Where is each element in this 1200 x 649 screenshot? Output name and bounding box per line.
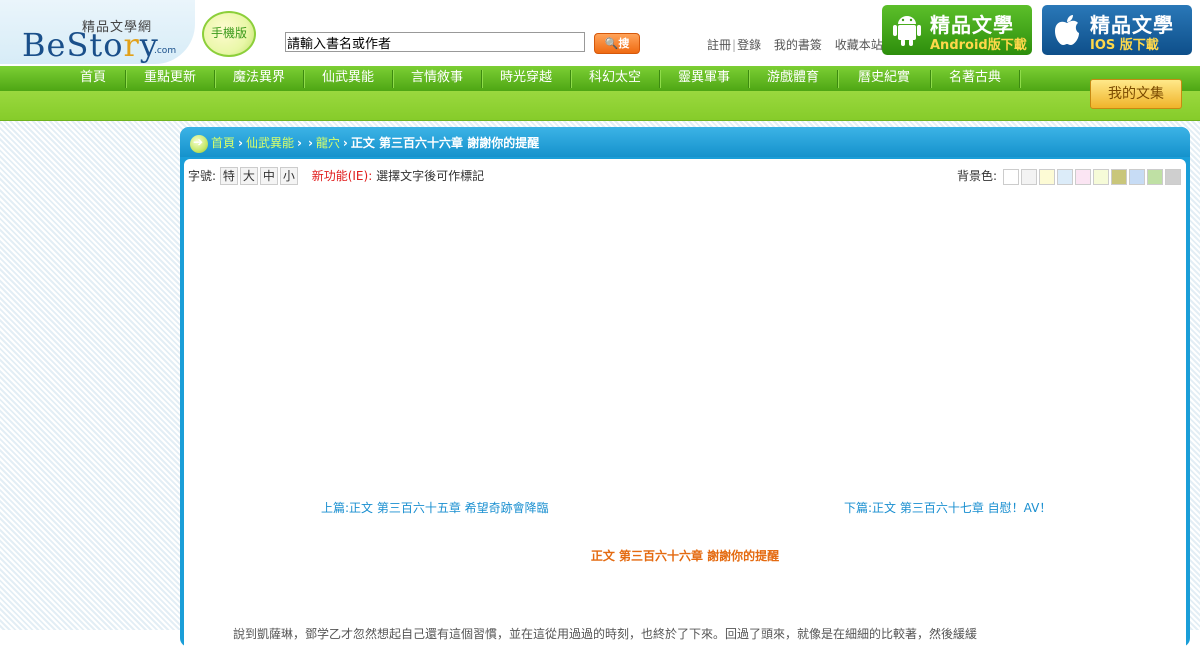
nav-item-romance[interactable]: 言情敘事 xyxy=(397,66,477,91)
nav-divider xyxy=(125,70,127,88)
nav-divider xyxy=(930,70,932,88)
background-color-picker: 背景色: xyxy=(957,167,1181,185)
nav-divider xyxy=(303,70,305,88)
font-size-medium-button[interactable]: 中 xyxy=(259,167,278,185)
nav-item-timetravel[interactable]: 時光穿越 xyxy=(486,66,566,91)
font-size-small-button[interactable]: 小 xyxy=(279,167,298,185)
chevron-right-icon: › xyxy=(296,136,302,150)
search-button[interactable]: 🔍搜 xyxy=(594,33,640,54)
nav-divider xyxy=(837,70,839,88)
chapter-text: 說到凱薩琳，鄧学乙才忽然想起自己還有這個習慣，並在這從用過過的時刻，也終於了下來… xyxy=(209,627,978,641)
breadcrumb: ➔ 首頁 › 仙武異能 › › 龍穴 › 正文 第三百六十六章 謝謝你的提醒 xyxy=(180,127,1190,157)
nav-item-updates[interactable]: 重點更新 xyxy=(130,66,210,91)
color-swatch[interactable] xyxy=(1128,168,1145,185)
nav-divider xyxy=(214,70,216,88)
logo-wordmark-start: BeSto xyxy=(22,26,124,64)
reader-content: 字號: 特大中小 新功能(IE): 選擇文字後可作標記 背景色: 上篇:正文 第… xyxy=(184,159,1186,649)
link-separator: | xyxy=(732,38,737,52)
next-chapter-link[interactable]: 下篇:正文 第三百六十七章 自慰！AV！ xyxy=(844,499,1051,516)
color-swatch[interactable] xyxy=(1164,168,1181,185)
chevron-right-icon: › xyxy=(238,136,243,150)
nav-divider xyxy=(481,70,483,88)
logo-wordmark-highlight: r xyxy=(123,26,140,64)
font-size-label: 字號: xyxy=(188,169,217,183)
font-size-xl-button[interactable]: 特 xyxy=(219,167,238,185)
color-swatch[interactable] xyxy=(1110,168,1127,185)
search-input[interactable] xyxy=(285,32,585,52)
sub-nav-bar xyxy=(0,91,1200,121)
nav-item-fantasy[interactable]: 魔法異界 xyxy=(219,66,299,91)
favorite-link[interactable]: 收藏本站 xyxy=(835,38,883,52)
nav-divider xyxy=(1019,70,1021,88)
register-link[interactable]: 註冊 xyxy=(707,38,731,52)
nav-item-games[interactable]: 游戲體育 xyxy=(753,66,833,91)
new-feature-description: 選擇文字後可作標記 xyxy=(376,169,485,183)
breadcrumb-book[interactable]: 龍穴 xyxy=(316,136,340,150)
logo-wordmark-end: y xyxy=(139,26,159,64)
arrow-circle-icon: ➔ xyxy=(190,135,208,153)
nav-item-scifi[interactable]: 科幻太空 xyxy=(575,66,655,91)
color-swatch[interactable] xyxy=(1092,168,1109,185)
color-swatch[interactable] xyxy=(1074,168,1091,185)
nav-divider xyxy=(392,70,394,88)
nav-item-supernatural[interactable]: 靈異軍事 xyxy=(664,66,744,91)
previous-chapter-link[interactable]: 上篇:正文 第三百六十五章 希望奇跡會降臨 xyxy=(321,499,549,516)
nav-divider xyxy=(748,70,750,88)
color-swatch[interactable] xyxy=(1002,168,1019,185)
font-size-controls: 字號: 特大中小 新功能(IE): 選擇文字後可作標記 xyxy=(188,167,484,185)
android-app-sub: Android版下載 xyxy=(930,38,1027,53)
ios-download-button[interactable]: 精品文學 IOS 版下載 xyxy=(1042,5,1192,55)
site-header: 精品文學網 BeStory .com 手機版 🔍搜 註冊|登錄 我的書簽 收藏本… xyxy=(0,0,1200,66)
chevron-right-icon: › xyxy=(342,136,348,150)
android-download-button[interactable]: 精品文學 Android版下載 xyxy=(882,5,1032,55)
login-link[interactable]: 登錄 xyxy=(737,38,761,52)
breadcrumb-trail: 首頁 › 仙武異能 › › 龍穴 › 正文 第三百六十六章 謝謝你的提醒 xyxy=(211,134,539,151)
new-feature-label: 新功能(IE): xyxy=(311,169,373,183)
apple-icon xyxy=(1055,15,1079,45)
android-robot-icon xyxy=(893,16,921,46)
nav-item-xianxia[interactable]: 仙武異能 xyxy=(308,66,388,91)
background-color-label: 背景色: xyxy=(957,169,998,183)
logo-wordmark: BeStory xyxy=(22,26,159,64)
nav-divider xyxy=(659,70,661,88)
breadcrumb-home[interactable]: 首頁 xyxy=(211,136,235,150)
top-links: 註冊|登錄 我的書簽 收藏本站 xyxy=(707,36,883,53)
color-swatch[interactable] xyxy=(1038,168,1055,185)
bookshelf-link[interactable]: 我的書簽 xyxy=(774,38,822,52)
nav-item-classics[interactable]: 名著古典 xyxy=(935,66,1015,91)
magnifier-icon: 🔍 xyxy=(604,37,619,50)
site-logo[interactable]: 精品文學網 BeStory .com xyxy=(22,8,182,64)
logo-domain: .com xyxy=(154,46,177,56)
main-nav: 首頁 重點更新 魔法異界 仙武異能 言情敘事 時光穿越 科幻太空 靈異軍事 游戲… xyxy=(0,66,1200,91)
breadcrumb-current: 正文 第三百六十六章 謝謝你的提醒 xyxy=(350,136,540,150)
font-size-large-button[interactable]: 大 xyxy=(239,167,258,185)
reader-panel: ➔ 首頁 › 仙武異能 › › 龍穴 › 正文 第三百六十六章 謝謝你的提醒 字號: 特大中小… xyxy=(180,127,1190,649)
chapter-title: 正文 第三百六十六章 謝謝你的提醒 xyxy=(590,549,780,563)
my-books-button[interactable]: 我的文集 xyxy=(1090,79,1182,109)
nav-item-home[interactable]: 首頁 xyxy=(65,66,121,91)
mobile-version-badge[interactable]: 手機版 xyxy=(202,11,256,57)
nav-divider xyxy=(570,70,572,88)
breadcrumb-category[interactable]: 仙武異能 xyxy=(246,136,294,150)
color-swatch[interactable] xyxy=(1020,168,1037,185)
chevron-right-icon: › xyxy=(307,136,313,150)
color-swatch[interactable] xyxy=(1146,168,1163,185)
nav-item-history[interactable]: 曆史紀實 xyxy=(842,66,926,91)
ios-app-sub: IOS 版下載 xyxy=(1090,38,1159,53)
search-button-label: 搜 xyxy=(618,37,630,50)
color-swatch[interactable] xyxy=(1056,168,1073,185)
